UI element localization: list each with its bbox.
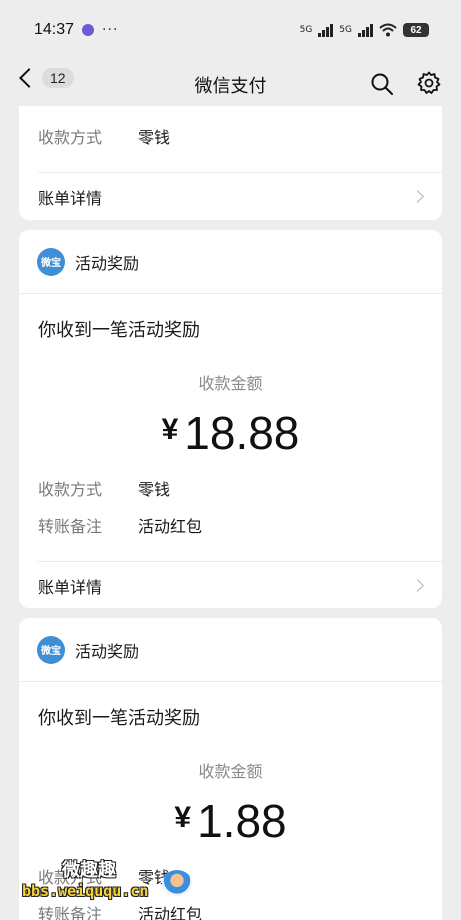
network-5g-label-2: 5G [339, 25, 352, 35]
card-header[interactable]: 微宝 活动奖励 [19, 230, 442, 294]
signal-icon [318, 23, 334, 37]
transaction-card-1: 微宝 活动奖励 你收到一笔活动奖励 收款金额 ¥18.88 收款方式 零钱 转账备… [19, 230, 442, 608]
chevron-right-icon [411, 579, 424, 592]
battery-icon: 62 [403, 23, 429, 37]
card-header[interactable]: 微宝 活动奖励 [19, 618, 442, 682]
chevron-right-icon [411, 190, 424, 203]
amount-label: 收款金额 [198, 762, 263, 781]
wechat-pay-logo-icon: 微宝 [37, 635, 65, 664]
sender-name: 活动奖励 [75, 253, 140, 273]
more-notifications-icon: ··· [102, 22, 119, 38]
currency-symbol: ¥ [161, 413, 179, 446]
search-icon[interactable] [370, 72, 394, 96]
watermark-title: 微趣趣 [62, 860, 116, 881]
payment-method-row: 收款方式 零钱 [38, 476, 170, 500]
transfer-note-row: 转账备注 活动红包 [38, 513, 202, 537]
status-icons: 5G 5G 62 [300, 23, 429, 37]
bill-details-label: 账单详情 [38, 188, 103, 208]
payment-method-label: 收款方式 [38, 480, 103, 499]
sender-name: 活动奖励 [75, 641, 140, 661]
payment-method-row: 收款方式 零钱 [38, 124, 170, 148]
watermark-mascot-icon [162, 870, 192, 896]
nav-bar: 12 微信支付 [0, 60, 461, 106]
amount-label: 收款金额 [198, 374, 263, 393]
transfer-note-label: 转账备注 [38, 517, 103, 536]
site-watermark: 微趣趣 bbs.weiququ.cn [22, 856, 202, 920]
payment-method-value: 零钱 [138, 128, 171, 147]
gear-icon[interactable] [417, 71, 441, 95]
wechat-pay-logo-icon: 微宝 [37, 247, 65, 276]
watermark-url: bbs.weiququ.cn [22, 882, 149, 900]
signal-icon-2 [358, 23, 373, 37]
currency-symbol: ¥ [174, 801, 192, 834]
bill-details-link[interactable]: 账单详情 [38, 172, 442, 220]
transaction-headline: 你收到一笔活动奖励 [38, 708, 200, 729]
amount-value: 18.88 [184, 407, 300, 459]
amount-value: 1.88 [197, 795, 287, 847]
transfer-note-value: 活动红包 [138, 517, 203, 536]
payment-method-value: 零钱 [138, 480, 171, 499]
app-notification-icon [82, 24, 95, 36]
bill-details-link[interactable]: 账单详情 [38, 561, 442, 608]
bill-details-label: 账单详情 [38, 577, 103, 597]
status-bar: 14:37 ··· 5G 5G 62 [0, 0, 461, 60]
clock: 14:37 [34, 21, 75, 38]
amount: ¥18.88 [19, 406, 442, 460]
transaction-card-previous: 收款方式 零钱 账单详情 [19, 106, 442, 220]
payment-method-label: 收款方式 [38, 128, 103, 147]
wifi-icon [379, 23, 397, 37]
amount: ¥1.88 [19, 794, 442, 848]
network-5g-label-1: 5G [299, 25, 313, 35]
transaction-headline: 你收到一笔活动奖励 [38, 320, 200, 341]
